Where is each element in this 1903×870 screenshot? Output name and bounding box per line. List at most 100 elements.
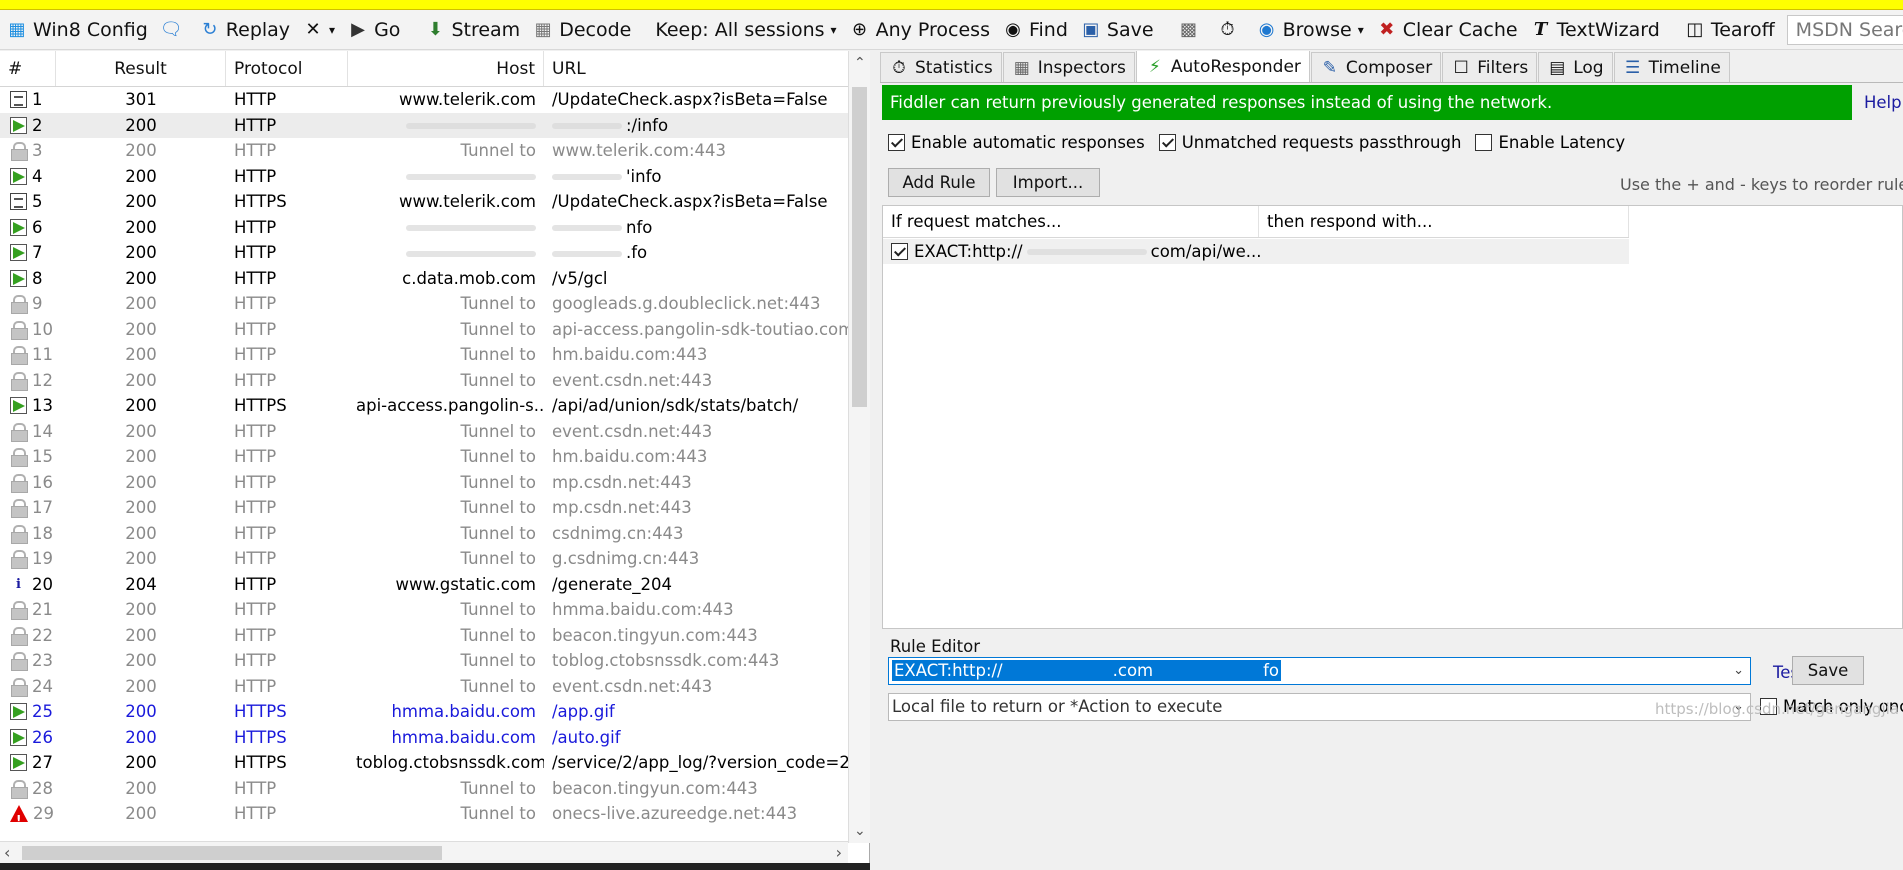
lock-icon [10,448,28,468]
tab-timeline[interactable]: ☰ Timeline [1613,52,1730,82]
timer-button[interactable]: ⏱ [1211,14,1250,46]
scroll-up-icon[interactable]: ⌃ [854,55,866,71]
column-header-url[interactable]: URL [544,51,869,86]
add-rule-button[interactable]: Add Rule [888,168,990,197]
comment-button[interactable]: 🗨 [154,14,193,46]
table-row[interactable]: 28 200 HTTP Tunnel to beacon.tingyun.com:443 [0,776,869,802]
column-header-match[interactable]: If request matches... [883,206,1259,237]
win8-config-button[interactable]: ▦ Win8 Config [0,14,154,46]
cell-host: Tunnel to [460,676,537,696]
cell-result: 200 [125,243,157,262]
table-row[interactable]: 1 301 HTTP www.telerik.com/UpdateCheck.aspx… [0,87,869,113]
table-row[interactable]: 10 200 HTTP Tunnel to api-access.pangolin-sd… [0,317,869,343]
scroll-right-icon[interactable]: › [836,843,842,862]
tab-composer[interactable]: ✎ Composer [1310,52,1442,82]
rule-row[interactable]: EXACT:http:// com/api/we... [883,239,1629,264]
rule-match-input[interactable]: EXACT:http://.com fo ⌄ [888,657,1751,685]
screenshot-button[interactable]: ▩ [1172,14,1211,46]
cell-result: 200 [125,192,157,211]
tab-filters[interactable]: ☐ Filters [1442,52,1538,82]
table-row[interactable]: 16 200 HTTP Tunnel to mp.csdn.net:443 [0,470,869,496]
enable-automatic-responses-checkbox[interactable]: Enable automatic responses [888,133,1145,152]
scroll-down-icon[interactable]: ⌄ [854,823,866,839]
browse-button[interactable]: ◉ Browse ▾ [1250,14,1370,46]
table-row[interactable]: 27 200 HTTPS toblog.ctobsnssdk.com/service/… [0,750,869,776]
table-row[interactable]: 9 200 HTTP Tunnel to googleads.g.doubleclick… [0,291,869,317]
table-row[interactable]: 5 200 HTTPS www.telerik.com/UpdateCheck.asp… [0,189,869,215]
top-highlight-strip [0,0,1903,10]
table-row[interactable]: i 20 204 HTTP www.gstatic.com/generate_204 [0,572,869,598]
scrollbar-thumb[interactable] [852,87,867,407]
enable-latency-checkbox[interactable]: Enable Latency [1475,133,1625,152]
table-row[interactable]: 19 200 HTTP Tunnel to g.csdnimg.cn:443 [0,546,869,572]
column-header-result[interactable]: Result [56,51,226,86]
column-header-protocol[interactable]: Protocol [226,51,348,86]
table-row[interactable]: 8 200 HTTP c.data.mob.com/v5/gcl [0,266,869,292]
table-row[interactable]: 22 200 HTTP Tunnel to beacon.tingyun.com:443 [0,623,869,649]
keep-sessions-dropdown[interactable]: Keep: All sessions ▾ [649,14,842,46]
table-row[interactable]: 26 200 HTTPS hmma.baidu.com/auto.gif [0,725,869,751]
sessions-vertical-scrollbar[interactable]: ⌃ ⌄ [848,51,870,843]
sessions-horizontal-scrollbar[interactable]: ‹ › [0,841,848,863]
rules-list[interactable]: If request matches... then respond with.… [882,205,1903,629]
any-process-button[interactable]: ⊕ Any Process [843,14,996,46]
help-link[interactable]: Help [1864,93,1902,112]
replay-button[interactable]: ↻ Replay [193,14,296,46]
tab-autoresponder[interactable]: ⚡ AutoResponder [1135,51,1310,82]
table-row[interactable]: 15 200 HTTP Tunnel to hm.baidu.com:443 [0,444,869,470]
table-row[interactable]: 23 200 HTTP Tunnel to toblog.ctobsnssdk.com:… [0,648,869,674]
table-row[interactable]: 11 200 HTTP Tunnel to hm.baidu.com:443 [0,342,869,368]
tab-statistics[interactable]: ⏱ Statistics [880,52,1002,82]
scroll-left-icon[interactable]: ‹ [4,843,10,862]
cell-result: 200 [125,676,157,696]
table-row[interactable]: 17 200 HTTP Tunnel to mp.csdn.net:443 [0,495,869,521]
decode-button[interactable]: ▦ Decode [526,14,637,46]
column-header-host[interactable]: Host [348,51,544,86]
chevron-down-icon[interactable]: ⌄ [1733,658,1744,684]
scrollbar-thumb[interactable] [22,846,442,860]
msdn-search-input[interactable]: MSDN Search... [1786,14,1903,45]
sessions-list[interactable]: # Result Protocol Host URL 1 301 HTTP www.t… [0,51,870,870]
table-row[interactable]: 4 200 HTTP 'info [0,164,869,190]
stream-button[interactable]: ⬇ Stream [418,14,526,46]
rule-enabled-checkbox[interactable] [891,243,908,260]
cell-host: c.data.mob.com [402,268,536,288]
unmatched-passthrough-checkbox[interactable]: Unmatched requests passthrough [1158,133,1461,152]
tab-inspectors[interactable]: ▦ Inspectors [1002,52,1135,82]
rule-save-button[interactable]: Save [1792,656,1864,685]
table-row[interactable]: 14 200 HTTP Tunnel to event.csdn.net:443 [0,419,869,445]
table-row[interactable]: 2 200 HTTP:/info [0,112,869,138]
rule-action-input[interactable]: Local file to return or *Action to execu… [888,693,1751,721]
table-row[interactable]: 18 200 HTTP Tunnel to csdnimg.cn:443 [0,521,869,547]
table-row[interactable]: 24 200 HTTP Tunnel to event.csdn.net:443 [0,674,869,700]
table-row[interactable]: 25 200 HTTPS hmma.baidu.com/app.gif [0,699,869,725]
remove-button[interactable]: ✕ ▾ [296,14,341,46]
column-header-respond[interactable]: then respond with... [1259,206,1629,237]
lock-icon [10,422,28,442]
go-button[interactable]: ▶ Go [341,14,406,46]
table-row[interactable]: 29 200 HTTP Tunnel to onecs-live.azureedge.n… [0,801,869,827]
cell-protocol: HTTP [234,268,277,288]
import-button[interactable]: Import... [996,168,1100,197]
cell-result: 200 [125,778,157,798]
chevron-down-icon: ▾ [830,22,837,37]
tab-log[interactable]: ▤ Log [1538,52,1613,82]
table-row[interactable]: 12 200 HTTP Tunnel to event.csdn.net:443 [0,368,869,394]
column-header-number[interactable]: # [0,51,56,86]
textwizard-button[interactable]: T TextWizard [1524,14,1666,46]
table-row[interactable]: 7 200 HTTP .fo [0,240,869,266]
cell-url: /generate_204 [552,574,673,594]
tearoff-button[interactable]: ◫ Tearoff [1678,14,1781,46]
clear-cache-button[interactable]: ✖ Clear Cache [1370,14,1524,46]
table-row[interactable]: 21 200 HTTP Tunnel to hmma.baidu.com:443 [0,597,869,623]
find-button[interactable]: ◉ Find [996,14,1074,46]
table-row[interactable]: 3 200 HTTP Tunnel to www.telerik.com:443 [0,138,869,164]
cell-number: 8 [0,266,56,292]
table-row[interactable]: 13 200 HTTPS api-access.pangolin-s... /api/a… [0,393,869,419]
table-row[interactable]: 6 200 HTTP nfo [0,215,869,241]
cell-protocol: HTTPS [234,702,287,721]
save-button[interactable]: ▣ Save [1074,14,1160,46]
inspector-tabs: ⏱ Statistics ▦ Inspectors ⚡ AutoResponder ✎… [880,51,1903,83]
cell-number: 16 [0,470,56,496]
cell-result: 200 [125,370,157,390]
